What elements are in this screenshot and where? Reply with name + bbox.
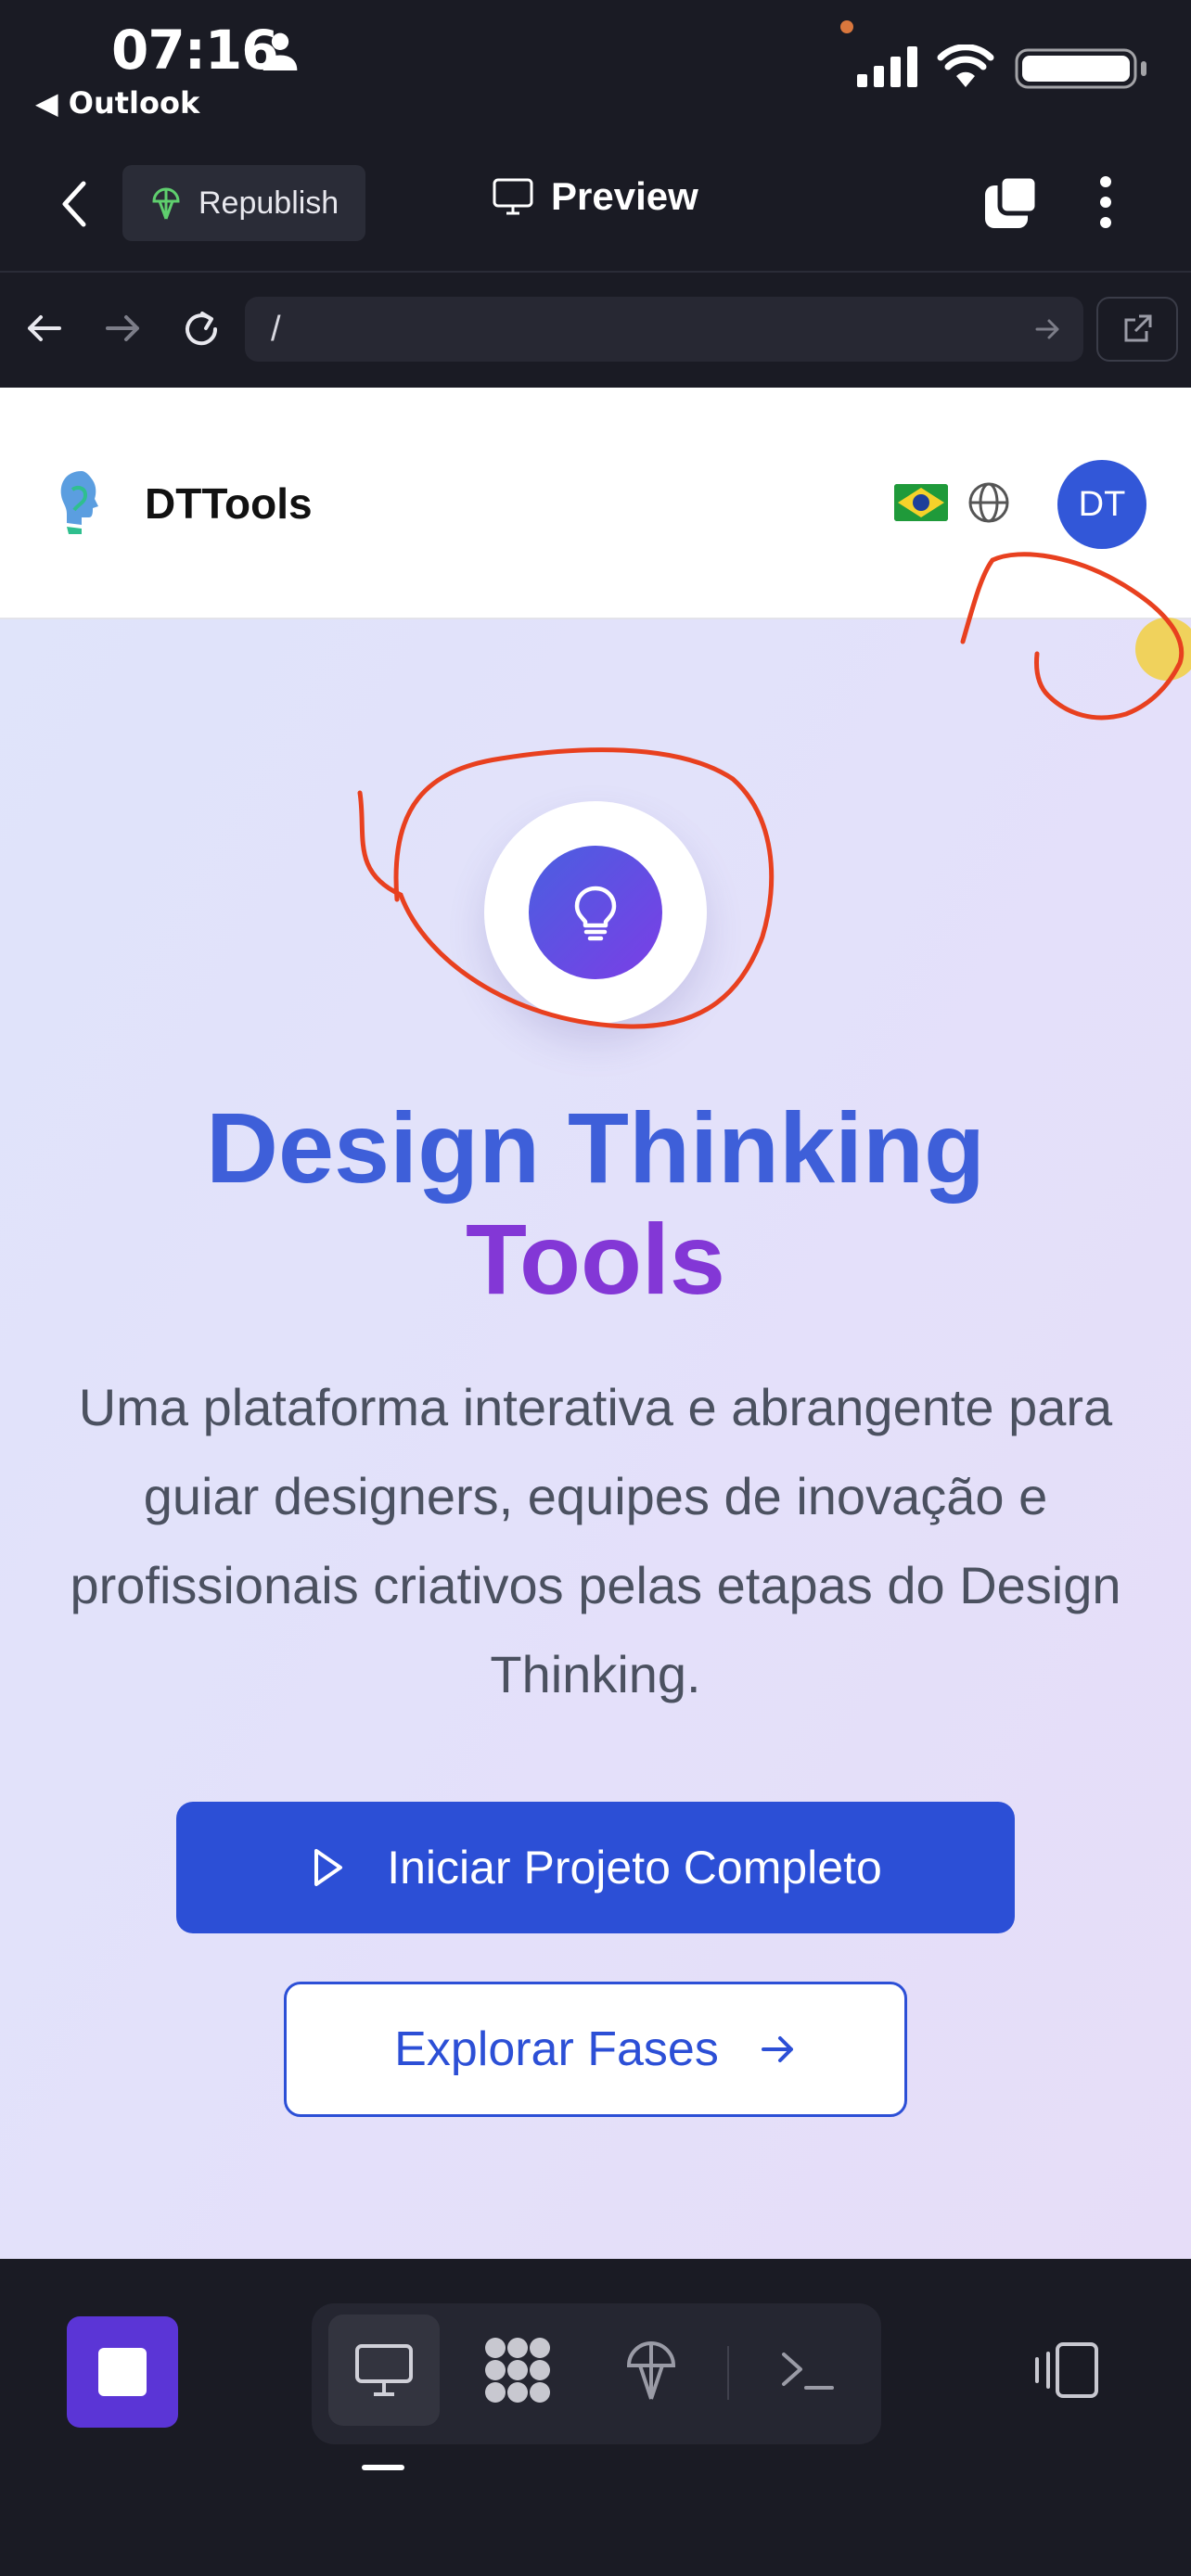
preview-label: Preview [551,174,698,218]
start-project-button[interactable]: Iniciar Projeto Completo [176,1802,1015,1933]
grid-icon [485,2338,550,2403]
arrow-right-icon [761,2036,793,2062]
workspace-view-button[interactable] [462,2315,573,2426]
republish-button[interactable]: Republish [122,165,365,241]
active-tab-indicator [362,2465,404,2470]
battery-icon [1015,48,1146,89]
status-time: 07:16 [111,19,279,82]
globe-icon[interactable] [967,480,1011,525]
view-switcher [312,2303,881,2444]
open-external-button[interactable] [1096,297,1178,362]
preview-view-button[interactable] [328,2315,440,2426]
explore-phases-button[interactable]: Explorar Fases [284,1982,907,2117]
go-arrow-icon[interactable] [1033,315,1061,343]
person-icon [263,32,298,70]
hero-title-line2: Tools [466,1203,725,1315]
address-bar: / [0,274,1191,388]
bottom-toolbar [0,2259,1191,2576]
signal-icon [857,46,917,87]
hero-description: Uma plataforma interativa e abrangente p… [70,1378,1121,1703]
monitor-icon [493,178,533,215]
monitor-icon [355,2344,413,2396]
wifi-icon [937,45,994,87]
republish-icon [152,187,180,220]
hero-title: Design Thinking Tools [0,1092,1191,1315]
hero-title-line1: Design Thinking [205,1091,985,1204]
terminal-icon [782,2353,834,2390]
arrow-left-icon[interactable] [24,308,65,349]
deploy-view-button[interactable] [596,2315,707,2426]
user-avatar[interactable]: DT [1057,460,1146,549]
kebab-icon[interactable] [1095,172,1117,232]
lightbulb-icon [574,886,617,941]
status-bar: 07:16 ◀ Outlook [0,0,1191,139]
app-toolbar: Republish Preview [0,139,1191,273]
play-icon [314,1849,343,1886]
external-link-icon [1124,314,1152,342]
stop-icon [98,2348,147,2396]
reload-icon[interactable] [180,308,223,351]
preview-page: DTTools DT Design Thinking Tools Uma pla… [0,388,1191,2259]
console-view-button[interactable] [751,2315,863,2426]
brazil-flag-icon[interactable] [894,484,948,521]
tabs-icon[interactable] [981,172,1041,232]
start-project-label: Iniciar Projeto Completo [387,1842,882,1894]
chevron-left-icon[interactable] [56,176,93,232]
devices-icon[interactable] [1031,2340,1102,2400]
brand-name[interactable]: DTTools [145,478,313,529]
logo-icon[interactable] [54,467,111,538]
separator [727,2346,729,2400]
arrow-right-icon[interactable] [102,308,143,349]
back-to-app-link[interactable]: ◀ Outlook [35,85,199,121]
hero-icon-badge [484,801,707,1024]
preview-tab[interactable]: Preview [492,174,698,219]
hero-icon-circle [529,846,662,979]
stop-button[interactable] [67,2316,178,2428]
explore-phases-label: Explorar Fases [394,2022,719,2076]
antenna-icon [626,2340,676,2400]
republish-label: Republish [198,185,339,221]
url-input[interactable]: / [245,297,1083,362]
site-header: DTTools DT [0,388,1191,619]
url-text: / [271,309,281,349]
privacy-indicator [840,20,853,33]
